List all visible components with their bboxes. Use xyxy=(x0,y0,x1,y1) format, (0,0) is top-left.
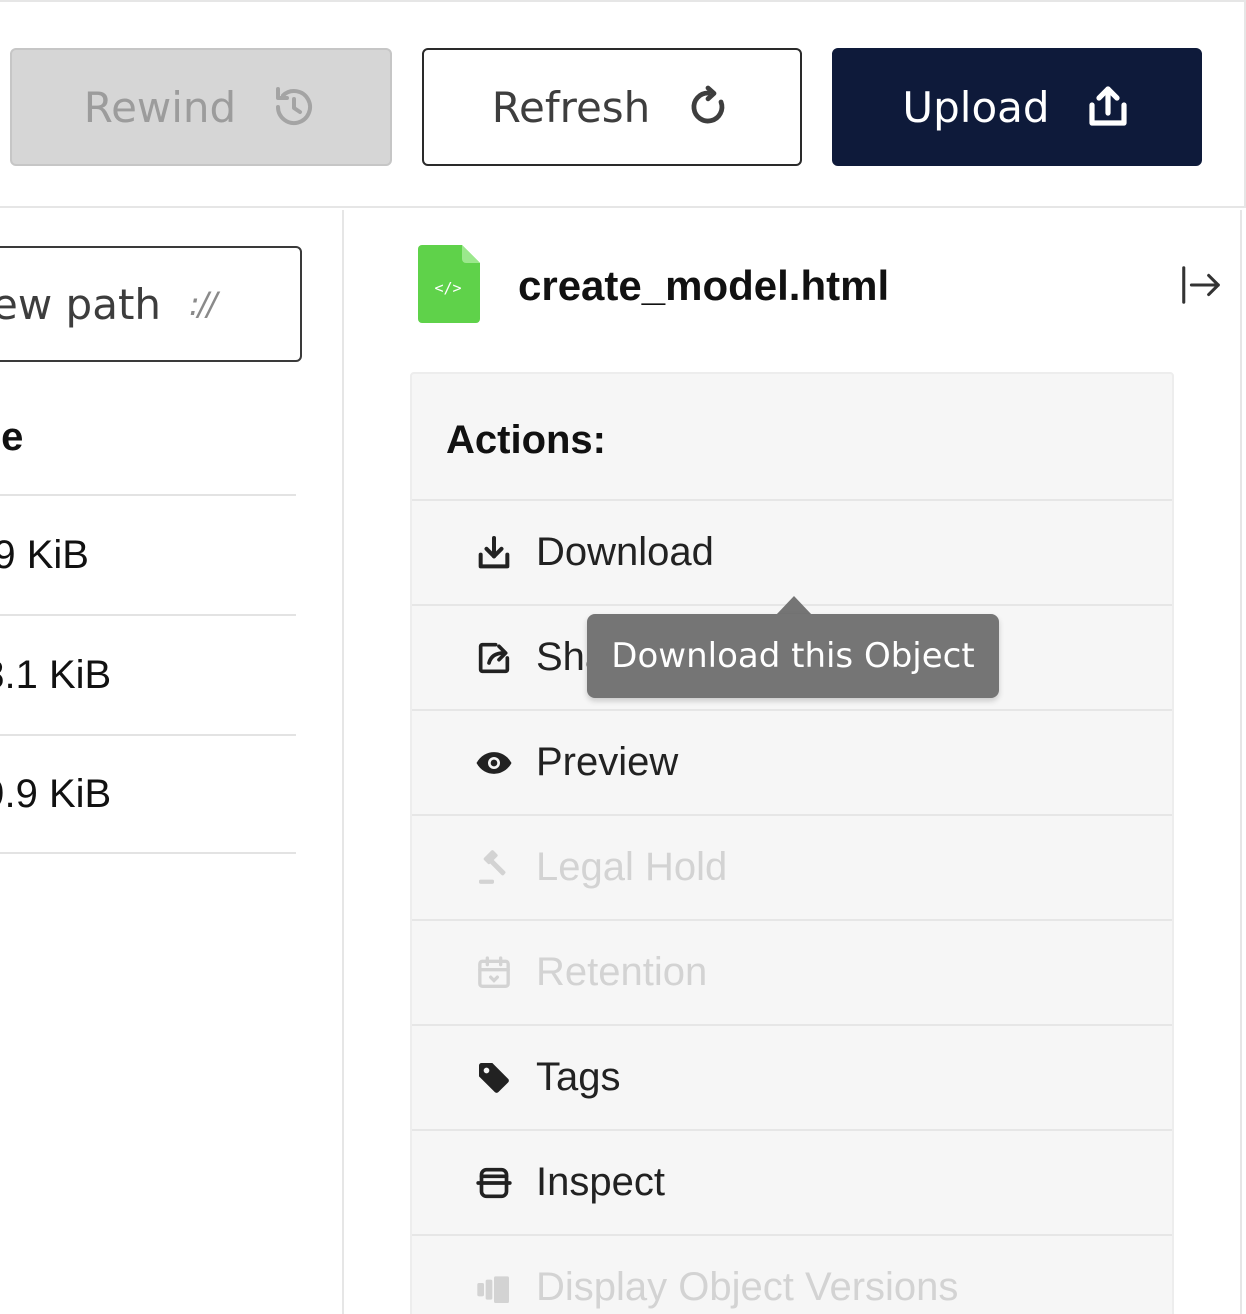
path-slash-icon: :// xyxy=(189,285,217,323)
file-name: create_model.html xyxy=(518,262,890,309)
tag-icon xyxy=(479,1062,509,1093)
download-icon xyxy=(478,535,510,568)
action-label: Preview xyxy=(536,740,679,784)
html-file-icon: </> xyxy=(418,245,480,323)
panel-divider xyxy=(342,210,344,1314)
size-column-header[interactable]: ize xyxy=(0,415,23,460)
action-download[interactable]: Download xyxy=(412,499,1172,604)
file-icon-glyph: </> xyxy=(434,279,461,297)
eye-icon xyxy=(476,751,512,774)
action-preview[interactable]: Preview xyxy=(412,709,1172,814)
refresh-icon xyxy=(691,85,725,124)
size-cell: 18.1 KiB xyxy=(0,652,112,697)
table-row[interactable]: 18.1 KiB xyxy=(0,614,296,734)
gavel-icon xyxy=(479,849,506,884)
action-display-object-versions[interactable]: Display Object Versions xyxy=(412,1234,1172,1314)
rewind-label: Rewind xyxy=(83,82,237,132)
upload-icon xyxy=(1088,86,1127,126)
versions-icon xyxy=(477,1275,509,1303)
action-legal-hold[interactable]: Legal Hold xyxy=(412,814,1172,919)
size-cell: 09.9 KiB xyxy=(0,771,112,816)
actions-panel: Actions: Download Share Preview Legal Ho… xyxy=(410,372,1174,1314)
action-label: Retention xyxy=(536,950,708,994)
path-input-value: ew path xyxy=(0,279,162,329)
action-inspect[interactable]: Inspect xyxy=(412,1129,1172,1234)
action-tags[interactable]: Tags xyxy=(412,1024,1172,1129)
panel-edge xyxy=(1240,210,1242,1314)
action-label: Download xyxy=(536,530,714,574)
action-label: Inspect xyxy=(536,1160,665,1204)
action-retention[interactable]: Retention xyxy=(412,919,1172,1024)
inspect-icon xyxy=(476,1167,512,1198)
action-label: Legal Hold xyxy=(536,845,728,889)
action-label: Tags xyxy=(536,1055,621,1099)
table-row[interactable]: 5.9 KiB xyxy=(0,494,296,614)
upload-label: Upload xyxy=(902,82,1050,132)
share-icon xyxy=(478,642,510,673)
history-icon xyxy=(276,87,313,125)
tooltip-arrow xyxy=(776,596,812,615)
refresh-label: Refresh xyxy=(491,82,651,132)
file-list-panel: ew path :// ize 5.9 KiB 18.1 KiB 09.9 Ki… xyxy=(0,210,342,1314)
action-label: Display Object Versions xyxy=(536,1265,959,1309)
toolbar: Rewind Refresh Upload xyxy=(0,0,1246,208)
path-input[interactable]: ew path :// xyxy=(0,246,302,362)
size-cell: 5.9 KiB xyxy=(0,532,89,577)
calendar-icon xyxy=(478,955,510,988)
table-row[interactable]: 09.9 KiB xyxy=(0,734,296,854)
rewind-button[interactable]: Rewind xyxy=(10,48,392,166)
upload-button[interactable]: Upload xyxy=(832,48,1202,166)
tooltip-text: Download this Object xyxy=(611,636,975,676)
actions-title: Actions: xyxy=(446,418,606,462)
collapse-panel-icon[interactable] xyxy=(1178,262,1224,308)
refresh-button[interactable]: Refresh xyxy=(422,48,802,166)
download-tooltip: Download this Object xyxy=(587,614,999,698)
